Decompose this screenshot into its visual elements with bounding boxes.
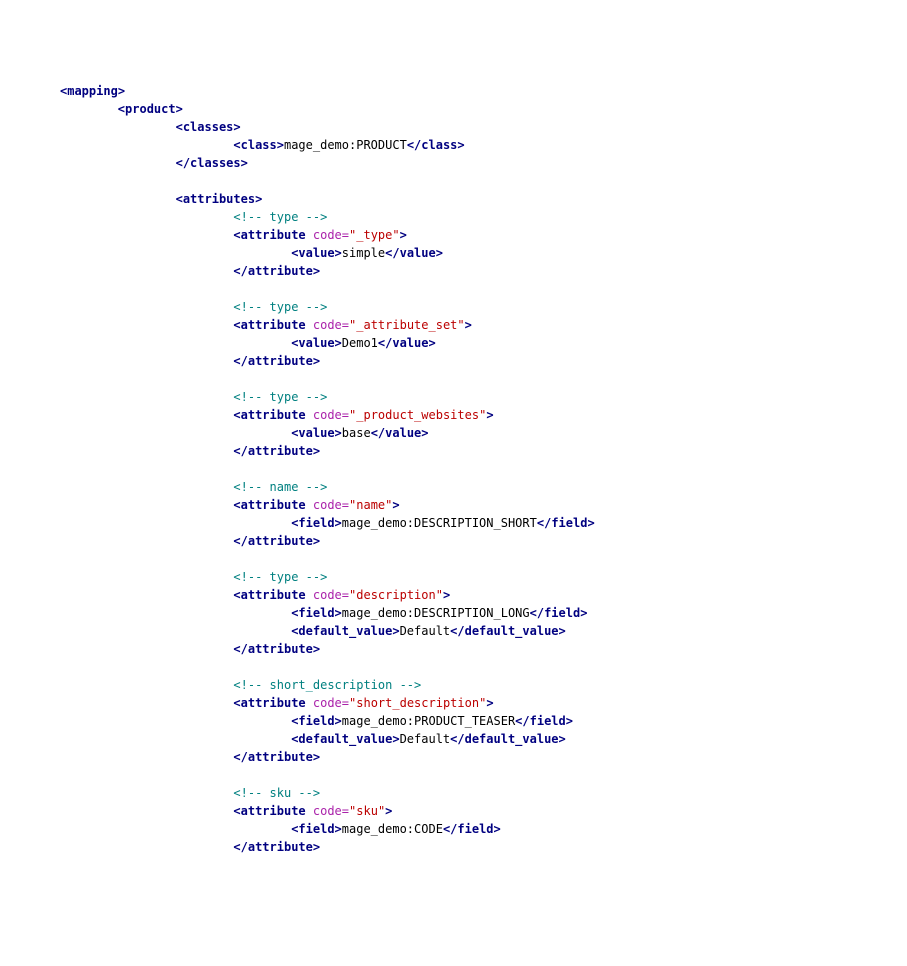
comment: <!-- short_description --> xyxy=(233,678,421,692)
tag-attribute-close: </attribute> xyxy=(233,750,320,764)
attr-name: code xyxy=(313,318,342,332)
field-text: mage_demo:DESCRIPTION_SHORT xyxy=(342,516,537,530)
tag-value-close: </value> xyxy=(371,426,429,440)
tag-value-open: <value> xyxy=(291,246,342,260)
value-text: base xyxy=(342,426,371,440)
class-text: mage_demo:PRODUCT xyxy=(284,138,407,152)
tag-attribute-open: <attribute xyxy=(233,318,305,332)
tag-attribute-open: <attribute xyxy=(233,696,305,710)
tag-attribute-close: </attribute> xyxy=(233,642,320,656)
attr-value: "sku" xyxy=(349,804,385,818)
tag-value-open: <value> xyxy=(291,426,342,440)
tag-value-close: </value> xyxy=(378,336,436,350)
tag-value-open: <value> xyxy=(291,336,342,350)
tag-attribute-open: <attribute xyxy=(233,408,305,422)
attr-name: code xyxy=(313,228,342,242)
field-text: mage_demo:DESCRIPTION_LONG xyxy=(342,606,530,620)
tag-attribute-close: </attribute> xyxy=(233,264,320,278)
tag-attribute-open: <attribute xyxy=(233,804,305,818)
comment: <!-- type --> xyxy=(233,390,327,404)
value-text: simple xyxy=(342,246,385,260)
field-text: mage_demo:CODE xyxy=(342,822,443,836)
tag-attribute-close: </attribute> xyxy=(233,354,320,368)
attr-name: code xyxy=(313,498,342,512)
tag-classes-close: </classes> xyxy=(176,156,248,170)
tag-field-close: </field> xyxy=(530,606,588,620)
tag-field-close: </field> xyxy=(515,714,573,728)
tag-default-value-close: </default_value> xyxy=(450,624,566,638)
attr-name: code xyxy=(313,804,342,818)
field-text: mage_demo:PRODUCT_TEASER xyxy=(342,714,515,728)
tag-field-open: <field> xyxy=(291,606,342,620)
tag-attribute-open: <attribute xyxy=(233,498,305,512)
tag-value-close: </value> xyxy=(385,246,443,260)
tag-field-close: </field> xyxy=(537,516,595,530)
value-text: Demo1 xyxy=(342,336,378,350)
tag-attribute-open: <attribute xyxy=(233,228,305,242)
comment: <!-- type --> xyxy=(233,300,327,314)
tag-class-open: <class> xyxy=(233,138,284,152)
tag-class-close: </class> xyxy=(407,138,465,152)
comment: <!-- sku --> xyxy=(233,786,320,800)
tag-attribute-close: </attribute> xyxy=(233,840,320,854)
comment: <!-- type --> xyxy=(233,570,327,584)
default-value-text: Default xyxy=(400,732,451,746)
tag-attribute-close: </attribute> xyxy=(233,444,320,458)
tag-classes-open: <classes> xyxy=(176,120,241,134)
comment: <!-- type --> xyxy=(233,210,327,224)
attr-name: code xyxy=(313,408,342,422)
default-value-text: Default xyxy=(400,624,451,638)
tag-field-open: <field> xyxy=(291,516,342,530)
attr-name: code xyxy=(313,588,342,602)
tag-default-value-open: <default_value> xyxy=(291,624,399,638)
tag-field-open: <field> xyxy=(291,714,342,728)
tag-attributes-open: <attributes> xyxy=(176,192,263,206)
attr-value: "_attribute_set" xyxy=(349,318,465,332)
attr-value: "description" xyxy=(349,588,443,602)
attr-value: "name" xyxy=(349,498,392,512)
tag-field-close: </field> xyxy=(443,822,501,836)
attr-value: "_product_websites" xyxy=(349,408,486,422)
tag-product-open: <product> xyxy=(118,102,183,116)
tag-default-value-open: <default_value> xyxy=(291,732,399,746)
attr-value: "short_description" xyxy=(349,696,486,710)
attr-name: code xyxy=(313,696,342,710)
tag-field-open: <field> xyxy=(291,822,342,836)
xml-code-block: <mapping> <product> <classes> <class>mag… xyxy=(0,72,907,876)
tag-mapping-open: <mapping> xyxy=(60,84,125,98)
tag-attribute-open: <attribute xyxy=(233,588,305,602)
tag-attribute-close: </attribute> xyxy=(233,534,320,548)
tag-default-value-close: </default_value> xyxy=(450,732,566,746)
comment: <!-- name --> xyxy=(233,480,327,494)
attr-value: "_type" xyxy=(349,228,400,242)
